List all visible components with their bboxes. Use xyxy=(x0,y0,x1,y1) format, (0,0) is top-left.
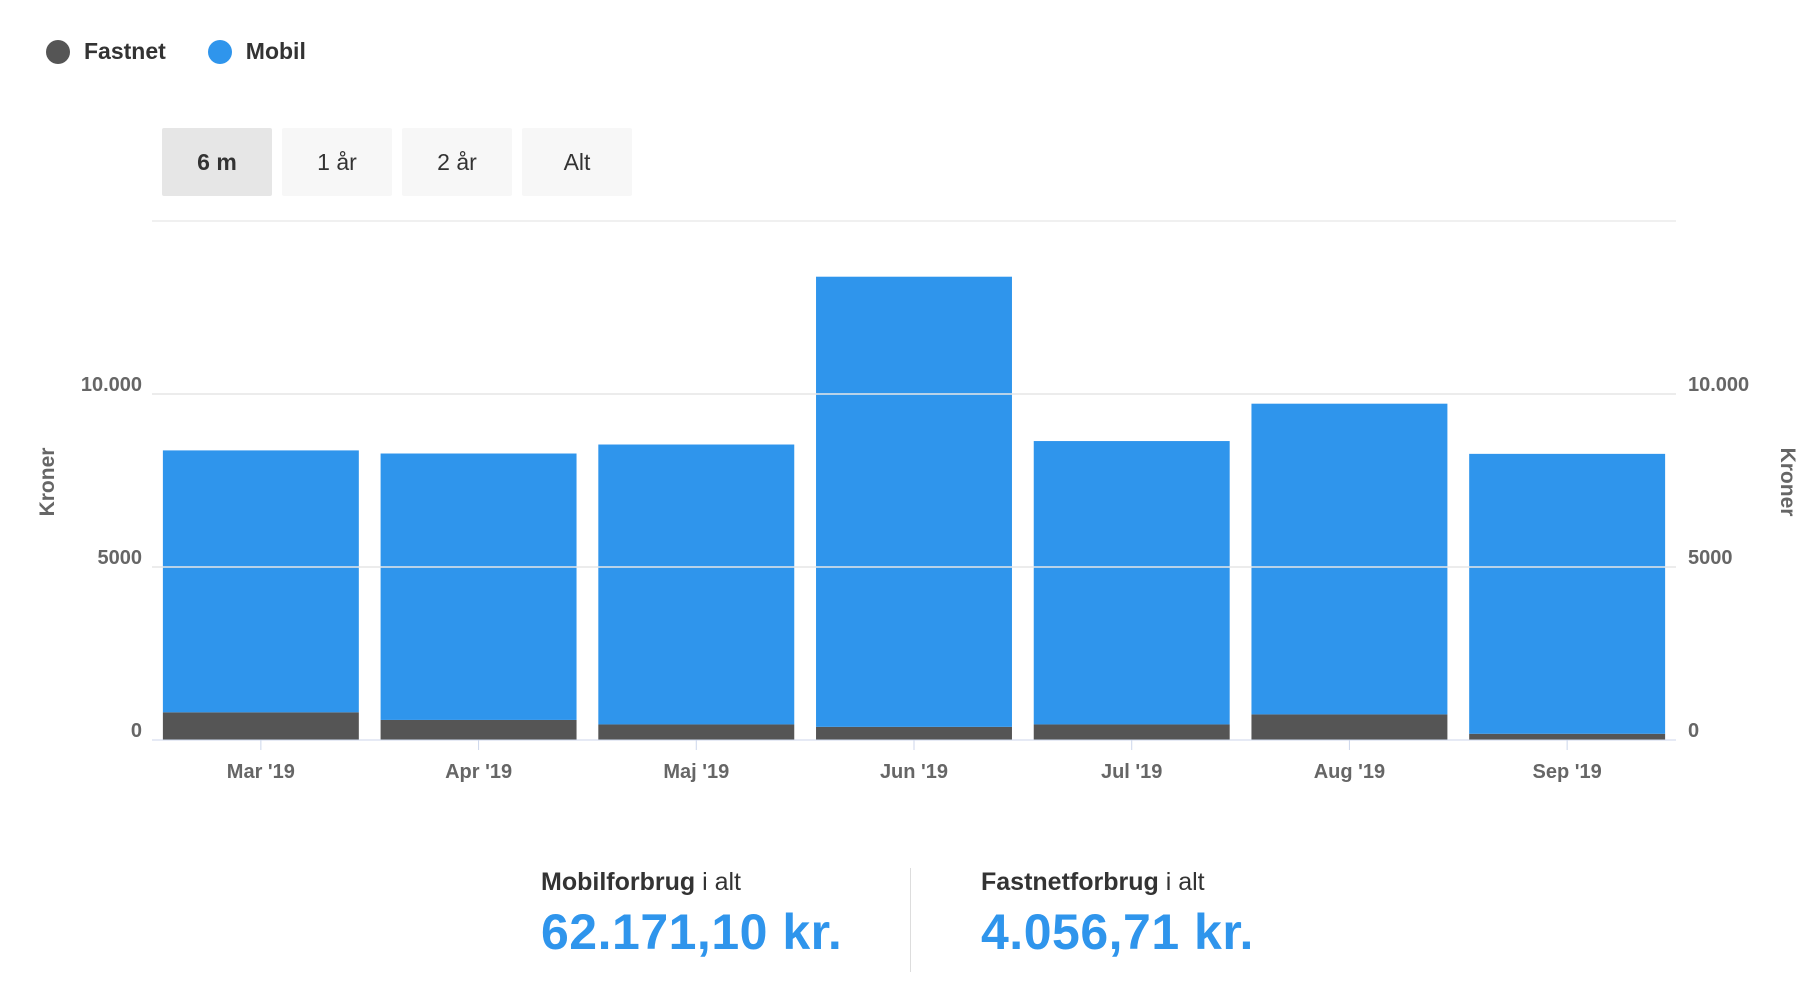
bar-mobil-3 xyxy=(816,276,1012,727)
bar-mobil-4 xyxy=(1033,441,1230,725)
bar-mobil-6 xyxy=(1469,453,1666,734)
bar-mobil-1 xyxy=(380,453,577,720)
mobil-total-value: 62.171,10 kr. xyxy=(541,904,843,960)
x-tick-label-5: Aug '19 xyxy=(1314,761,1385,783)
bar-fastnet-4 xyxy=(1033,724,1230,740)
bar-fastnet-3 xyxy=(816,726,1012,740)
bar-mobil-2 xyxy=(598,444,795,725)
x-tick-label-2: Maj '19 xyxy=(663,761,729,783)
y-axis-title-right: Kroner xyxy=(1776,448,1799,517)
mobil-total: Mobilforbrug i alt 62.171,10 kr. xyxy=(541,868,842,961)
mobil-total-label-rest: i alt xyxy=(695,868,741,896)
y-tick-right-2: 10.000 xyxy=(1688,374,1749,396)
mobil-total-label: Mobilforbrug i alt xyxy=(541,868,842,897)
bar-fastnet-2 xyxy=(598,724,795,740)
y-tick-left-1: 5000 xyxy=(98,547,143,569)
bar-mobil-5 xyxy=(1251,403,1448,715)
y-axis-title-left: Kroner xyxy=(36,448,59,517)
x-tick-label-3: Jun '19 xyxy=(880,761,948,783)
x-tick-label-6: Sep '19 xyxy=(1533,761,1602,783)
x-tick-label-4: Jul '19 xyxy=(1101,761,1162,783)
bar-fastnet-5 xyxy=(1251,714,1448,740)
mobil-total-label-bold: Mobilforbrug xyxy=(541,868,696,896)
fastnet-total-label-rest: i alt xyxy=(1158,868,1205,896)
y-tick-left-0: 0 xyxy=(131,720,142,742)
x-tick-label-1: Apr '19 xyxy=(445,761,512,783)
y-tick-right-1: 5000 xyxy=(1688,547,1733,569)
totals-divider xyxy=(910,868,911,972)
fastnet-total-label: Fastnetforbrug i alt xyxy=(981,868,1254,897)
fastnet-total: Fastnetforbrug i alt 4.056,71 kr. xyxy=(981,868,1254,961)
fastnet-total-label-bold: Fastnetforbrug xyxy=(981,868,1159,896)
fastnet-total-value: 4.056,71 kr. xyxy=(981,904,1254,960)
bar-fastnet-0 xyxy=(162,712,359,740)
x-tick-label-0: Mar '19 xyxy=(227,761,295,783)
chart-plot: 0 0 5000 5000 10.000 10.000 Mar '19 Apr '19 Maj … xyxy=(36,220,1799,783)
y-tick-left-2: 10.000 xyxy=(81,374,142,396)
bar-fastnet-6 xyxy=(1469,733,1666,740)
totals-section: Mobilforbrug i alt 62.171,10 kr. Fastnet… xyxy=(0,868,1808,984)
bar-fastnet-1 xyxy=(380,719,577,740)
y-tick-right-0: 0 xyxy=(1688,720,1699,742)
bar-mobil-0 xyxy=(162,450,359,713)
